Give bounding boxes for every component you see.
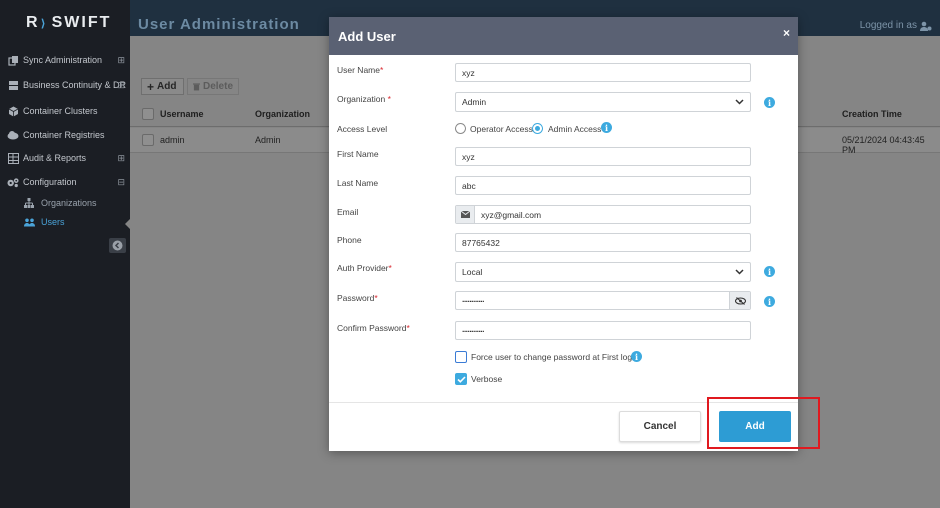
first-name-label: First Name	[337, 149, 379, 159]
expand-icon[interactable]: ⊞	[117, 153, 125, 164]
force-change-info-icon[interactable]: i	[631, 351, 642, 362]
organization-select[interactable]: Admin	[455, 92, 751, 112]
admin-access-radio[interactable]	[532, 123, 543, 134]
chevron-down-icon	[735, 269, 744, 275]
delete-user-button[interactable]: Delete	[187, 78, 239, 95]
envelope-icon	[456, 206, 475, 223]
eye-slash-icon[interactable]	[729, 292, 750, 309]
sidebar: R ⟩ SWIFT Sync Administration ⊞ Business C…	[0, 0, 130, 508]
sidebar-collapse-button[interactable]	[109, 238, 126, 253]
sidebar-item-organizations[interactable]: Organizations	[24, 198, 97, 208]
auth-provider-info-icon[interactable]: i	[764, 266, 775, 277]
sidebar-item-sync-administration[interactable]: Sync Administration ⊞	[0, 51, 130, 69]
cell-organization: Admin	[255, 135, 281, 145]
column-header-creation-time[interactable]: Creation Time	[842, 109, 902, 119]
column-header-username[interactable]: Username	[160, 109, 204, 119]
select-all-checkbox[interactable]	[142, 108, 154, 120]
app-logo[interactable]: R ⟩ SWIFT	[26, 14, 111, 32]
collapse-icon[interactable]: ⊟	[117, 177, 125, 188]
sidebar-item-business-continuity[interactable]: Business Continuity & DR ⊞	[0, 76, 130, 94]
trash-icon	[193, 83, 200, 91]
email-input[interactable]: xyz@gmail.com	[455, 205, 751, 224]
chevron-down-icon	[735, 99, 744, 105]
expand-icon[interactable]: ⊞	[117, 55, 125, 66]
dialog-title: Add User	[338, 29, 396, 44]
server-icon	[7, 79, 19, 91]
user-cog-icon	[920, 21, 932, 31]
auth-provider-select[interactable]: Local	[455, 262, 751, 282]
column-header-organization[interactable]: Organization	[255, 109, 310, 119]
access-level-label: Access Level	[337, 124, 388, 134]
users-icon	[24, 218, 36, 227]
operator-access-label: Operator Access	[470, 124, 533, 134]
confirm-password-input[interactable]: ············	[455, 321, 751, 340]
dialog-header: Add User ×	[329, 17, 798, 55]
table-icon	[7, 152, 19, 164]
gears-icon	[7, 176, 19, 188]
highlight-annotation	[707, 397, 820, 449]
close-icon[interactable]: ×	[783, 26, 790, 40]
last-name-input[interactable]: abc	[455, 176, 751, 195]
sitemap-icon	[24, 198, 36, 208]
arrow-left-circle-icon	[112, 240, 123, 251]
logged-in-indicator[interactable]: Logged in as	[860, 20, 932, 31]
force-change-password-checkbox[interactable]	[455, 351, 467, 363]
phone-label: Phone	[337, 235, 362, 245]
user-name-input[interactable]: xyz	[455, 63, 751, 82]
plus-icon: +	[147, 79, 155, 94]
phone-input[interactable]: 87765432	[455, 233, 751, 252]
cloud-icon	[7, 129, 19, 141]
first-name-input[interactable]: xyz	[455, 147, 751, 166]
expand-icon[interactable]: ⊞	[117, 80, 125, 91]
cancel-button[interactable]: Cancel	[619, 411, 701, 442]
operator-access-radio[interactable]	[455, 123, 466, 134]
add-user-dialog: Add User × User Name* xyz Organization *…	[329, 17, 798, 451]
verbose-label: Verbose	[471, 374, 503, 384]
email-label: Email	[337, 207, 359, 217]
password-info-icon[interactable]: i	[764, 296, 775, 307]
organization-label: Organization *	[337, 94, 391, 104]
password-input[interactable]: ············	[455, 291, 751, 310]
cube-icon	[7, 105, 19, 117]
sidebar-item-container-registries[interactable]: Container Registries	[0, 126, 130, 144]
sidebar-item-configuration[interactable]: Configuration ⊟	[0, 173, 130, 191]
sidebar-item-container-clusters[interactable]: Container Clusters	[0, 102, 130, 120]
copy-icon	[7, 54, 19, 66]
row-checkbox[interactable]	[142, 134, 154, 146]
verbose-checkbox[interactable]	[455, 373, 467, 385]
access-level-info-icon[interactable]: i	[601, 122, 612, 133]
password-label: Password*	[337, 293, 378, 303]
confirm-password-label: Confirm Password*	[337, 323, 410, 333]
checkmark-icon	[456, 375, 466, 383]
active-indicator	[125, 219, 130, 229]
auth-provider-label: Auth Provider*	[337, 263, 392, 273]
force-change-password-label: Force user to change password at First l…	[471, 352, 639, 362]
sidebar-item-audit-reports[interactable]: Audit & Reports ⊞	[0, 149, 130, 167]
admin-access-label: Admin Access	[548, 124, 602, 134]
user-name-label: User Name*	[337, 65, 384, 75]
page-title: User Administration	[138, 16, 300, 33]
cell-creation-time: 05/21/2024 04:43:45 PM	[842, 135, 925, 155]
last-name-label: Last Name	[337, 178, 379, 188]
sidebar-item-users[interactable]: Users	[24, 217, 65, 227]
cell-username: admin	[160, 135, 185, 145]
add-user-button[interactable]: + Add	[141, 78, 184, 95]
organization-info-icon[interactable]: i	[764, 97, 775, 108]
